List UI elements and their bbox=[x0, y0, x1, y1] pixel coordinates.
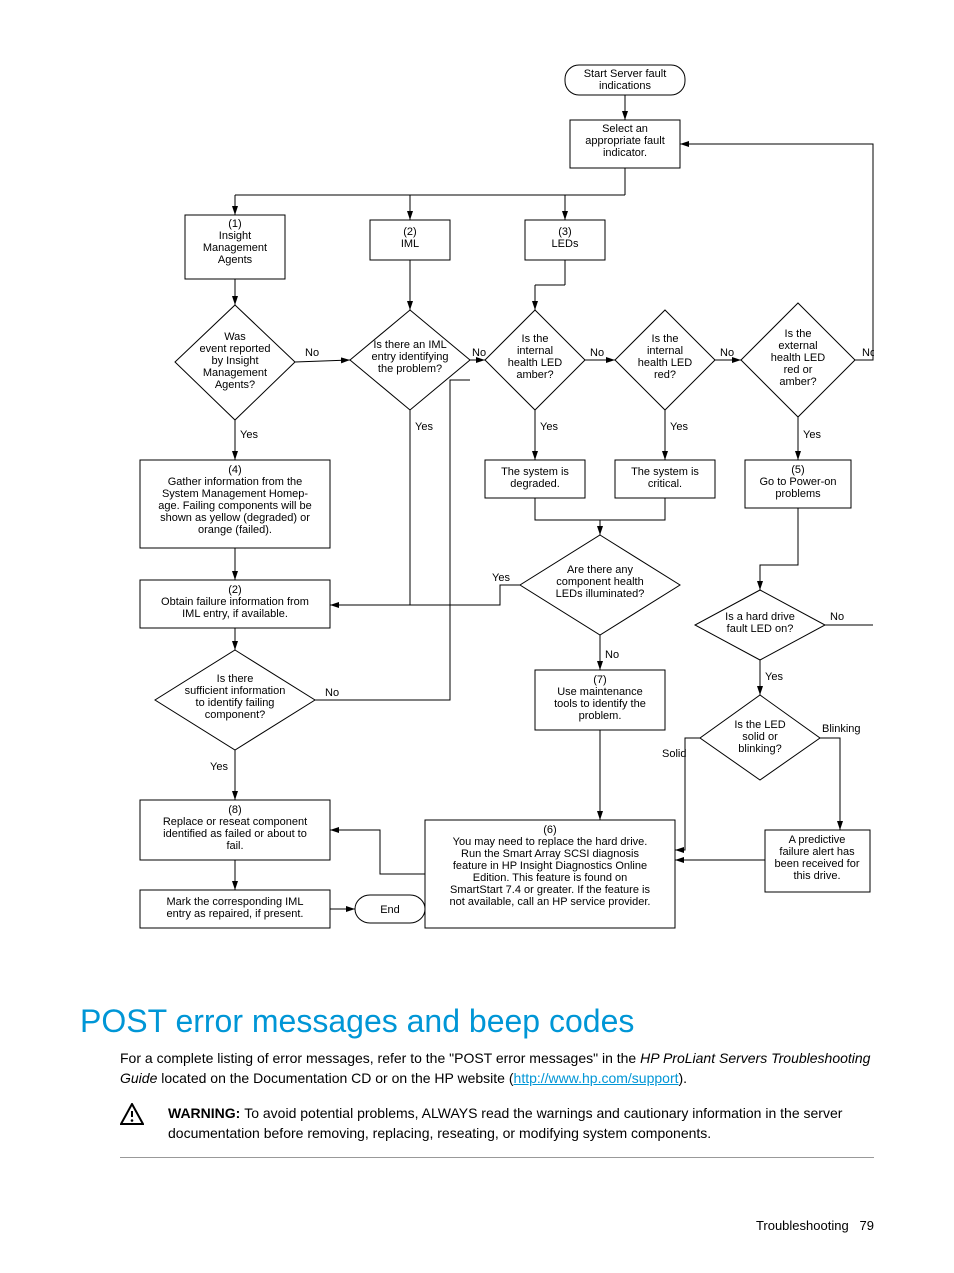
warning-body: To avoid potential problems, ALWAYS read… bbox=[168, 1105, 842, 1141]
warning-label: WARNING: bbox=[168, 1105, 240, 1121]
intro-text-post: located on the Documentation CD or on th… bbox=[161, 1070, 505, 1086]
svg-text:Mark the corresponding IMLentr: Mark the corresponding IMLentry as repai… bbox=[167, 896, 304, 920]
svg-text:No: No bbox=[472, 347, 486, 359]
svg-text:Yes: Yes bbox=[210, 761, 228, 773]
svg-text:Is a hard drivefault LED on?: Is a hard drivefault LED on? bbox=[725, 611, 795, 635]
svg-text:The system isdegraded.: The system isdegraded. bbox=[501, 466, 569, 490]
svg-text:Solid: Solid bbox=[662, 748, 686, 760]
warning-text: WARNING: To avoid potential problems, AL… bbox=[168, 1103, 874, 1144]
svg-text:End: End bbox=[380, 904, 400, 916]
svg-text:Yes: Yes bbox=[492, 572, 510, 584]
svg-text:Yes: Yes bbox=[240, 429, 258, 441]
svg-text:Yes: Yes bbox=[670, 421, 688, 433]
svg-text:No: No bbox=[830, 611, 844, 623]
svg-text:Is there an IMLentry identifyi: Is there an IMLentry identifyingthe prob… bbox=[371, 339, 448, 375]
intro-paragraph: For a complete listing of error messages… bbox=[120, 1048, 874, 1089]
svg-text:(6)You may need to replace the: (6)You may need to replace the hard driv… bbox=[450, 824, 651, 908]
footer-page-number: 79 bbox=[860, 1218, 874, 1233]
svg-text:Yes: Yes bbox=[540, 421, 558, 433]
svg-text:Yes: Yes bbox=[803, 429, 821, 441]
svg-text:No: No bbox=[862, 347, 874, 359]
intro-text-pre: For a complete listing of error messages… bbox=[120, 1050, 636, 1066]
footer-section: Troubleshooting bbox=[756, 1218, 849, 1233]
support-link[interactable]: http://www.hp.com/support bbox=[514, 1070, 679, 1086]
section-heading: POST error messages and beep codes bbox=[80, 1003, 874, 1040]
svg-text:Are there anycomponent healthL: Are there anycomponent healthLEDs illumi… bbox=[556, 564, 645, 600]
svg-text:Yes: Yes bbox=[765, 671, 783, 683]
svg-text:(2)IML: (2)IML bbox=[401, 226, 419, 250]
svg-text:No: No bbox=[305, 347, 319, 359]
svg-text:Yes: Yes bbox=[415, 421, 433, 433]
svg-text:Blinking: Blinking bbox=[822, 723, 861, 735]
svg-text:No: No bbox=[605, 649, 619, 661]
page-footer: Troubleshooting 79 bbox=[80, 1218, 874, 1233]
svg-text:No: No bbox=[590, 347, 604, 359]
svg-text:No: No bbox=[720, 347, 734, 359]
svg-text:No: No bbox=[325, 687, 339, 699]
flowchart-diagram: Start Server faultindications Select ana… bbox=[80, 60, 874, 980]
warning-icon bbox=[120, 1103, 168, 1130]
